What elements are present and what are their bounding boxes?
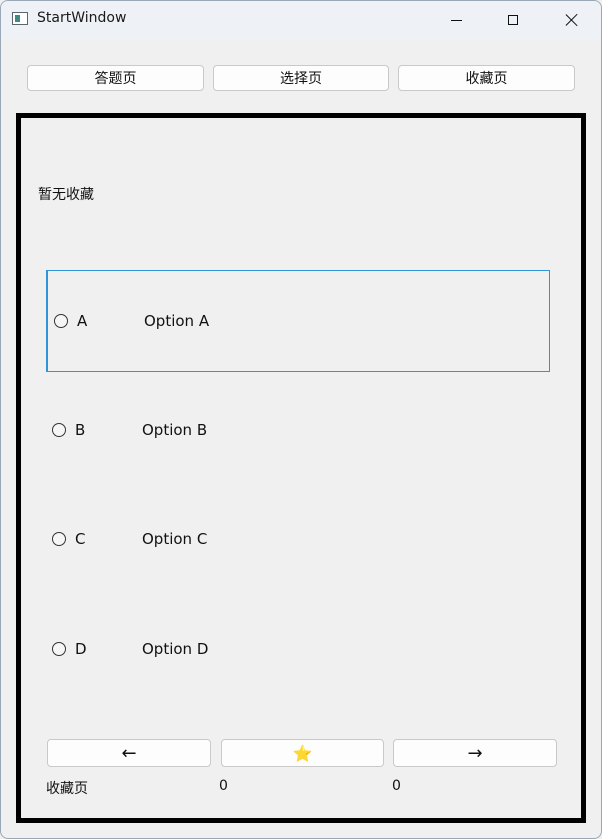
option-d-radio[interactable] — [52, 642, 66, 656]
title-bar[interactable]: StartWindow — [1, 1, 601, 39]
app-window-icon — [12, 12, 28, 25]
favorites-panel: 暂无收藏 A Option A B Option B C Option C D … — [16, 113, 586, 823]
minimize-button[interactable] — [431, 1, 481, 39]
option-b-text: Option B — [142, 421, 208, 439]
option-row-a[interactable]: A Option A — [46, 270, 550, 372]
answer-page-button[interactable]: 答题页 — [27, 65, 204, 91]
option-a-radio[interactable] — [54, 314, 68, 328]
start-window: StartWindow 答题页 选择页 收藏页 暂无收藏 A Option A … — [0, 0, 602, 839]
minimize-icon — [450, 19, 462, 21]
favorite-star-button[interactable]: ⭐ — [221, 739, 384, 767]
select-page-button[interactable]: 选择页 — [213, 65, 389, 91]
option-a-text: Option A — [144, 312, 210, 330]
option-b-radio[interactable] — [52, 423, 66, 437]
option-c-radio[interactable] — [52, 532, 66, 546]
option-row-b[interactable]: B Option B — [46, 380, 550, 482]
maximize-button[interactable] — [488, 1, 538, 39]
option-b-letter: B — [75, 421, 86, 439]
option-d-letter: D — [75, 640, 87, 658]
footer-page-label: 收藏页 — [46, 781, 88, 797]
option-c-letter: C — [75, 530, 86, 548]
maximize-icon — [508, 15, 518, 25]
footer-count-current: 0 — [219, 778, 228, 794]
next-button[interactable]: → — [393, 739, 557, 767]
option-d-text: Option D — [142, 640, 209, 658]
previous-button[interactable]: ← — [47, 739, 211, 767]
empty-favorites-text: 暂无收藏 — [38, 187, 94, 203]
option-c-text: Option C — [142, 530, 208, 548]
option-a-letter: A — [77, 312, 88, 330]
favorites-page-button[interactable]: 收藏页 — [398, 65, 575, 91]
close-button[interactable] — [547, 1, 597, 39]
window-title: StartWindow — [37, 10, 127, 26]
option-row-d[interactable]: D Option D — [46, 599, 550, 701]
option-row-c[interactable]: C Option C — [46, 489, 550, 591]
footer-count-total: 0 — [392, 778, 401, 794]
close-icon — [565, 13, 579, 27]
